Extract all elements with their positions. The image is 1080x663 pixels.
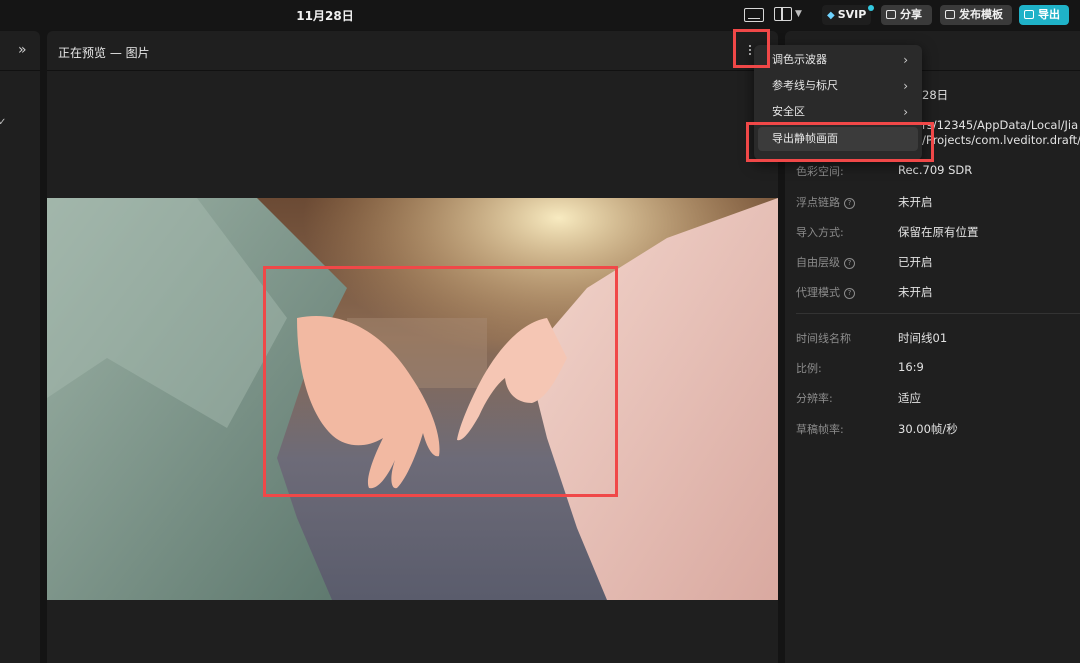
- template-icon: [945, 10, 955, 19]
- left-panel-header: »: [0, 31, 40, 71]
- export-icon: [1024, 10, 1034, 19]
- publish-template-button[interactable]: 发布模板: [940, 5, 1012, 25]
- export-button[interactable]: 导出: [1019, 5, 1069, 25]
- prop-resolution: 分辨率: 适应: [796, 391, 921, 405]
- menu-item-guides-rulers[interactable]: 参考线与标尺 ›: [758, 74, 918, 98]
- svip-badge[interactable]: ◆ SVIP: [822, 5, 875, 25]
- highlight-more-button-box: [733, 29, 770, 68]
- share-button[interactable]: 分享: [881, 5, 932, 25]
- preview-title: 正在预览 — 图片: [58, 46, 150, 60]
- expand-icon[interactable]: »: [18, 42, 27, 58]
- chevron-right-icon: ›: [903, 53, 908, 67]
- highlight-export-item-box: [746, 122, 934, 162]
- help-icon[interactable]: ?: [844, 258, 855, 269]
- checkmark-icon: ✓: [0, 117, 7, 128]
- menu-item-safe-area[interactable]: 安全区 ›: [758, 100, 918, 124]
- prop-frame-rate: 草稿帧率: 30.00帧/秒: [796, 422, 958, 436]
- top-bar: 11月28日 ▼ ◆ SVIP 分享 发布模板 导出: [0, 0, 1080, 30]
- help-icon[interactable]: ?: [844, 198, 855, 209]
- prop-import-method: 导入方式: 保留在原有位置: [796, 225, 979, 239]
- prop-proxy-mode: 代理模式? 未开启: [796, 285, 933, 299]
- divider: [796, 313, 1080, 314]
- prop-float-link: 浮点链路? 未开启: [796, 195, 933, 209]
- created-date: 28日: [922, 88, 949, 102]
- keyboard-icon[interactable]: [744, 8, 764, 22]
- prop-color-space: 色彩空间: Rec.709 SDR: [796, 163, 973, 178]
- path-line-1: rs/12345/AppData/Local/Jia: [922, 118, 1079, 132]
- menu-item-scopes[interactable]: 调色示波器 ›: [758, 48, 918, 72]
- chevron-down-icon[interactable]: ▼: [795, 6, 805, 20]
- help-icon[interactable]: ?: [844, 288, 855, 299]
- notification-dot: [868, 5, 875, 11]
- share-icon: [886, 10, 896, 19]
- left-panel: » ✓: [0, 31, 40, 663]
- layout-icon[interactable]: [774, 7, 792, 21]
- path-line-2: /Projects/com.lveditor.draft/1: [922, 133, 1080, 147]
- chevron-right-icon: ›: [903, 105, 908, 119]
- project-title: 11月28日: [296, 9, 354, 23]
- chevron-right-icon: ›: [903, 79, 908, 93]
- preview-header: 正在预览 — 图片: [47, 31, 778, 71]
- prop-ratio: 比例: 16:9: [796, 360, 924, 375]
- highlight-hands-box: [263, 266, 618, 497]
- diamond-icon: ◆: [827, 10, 835, 21]
- prop-timeline-name: 时间线名称 时间线01: [796, 331, 948, 345]
- prop-free-layer: 自由层级? 已开启: [796, 255, 933, 269]
